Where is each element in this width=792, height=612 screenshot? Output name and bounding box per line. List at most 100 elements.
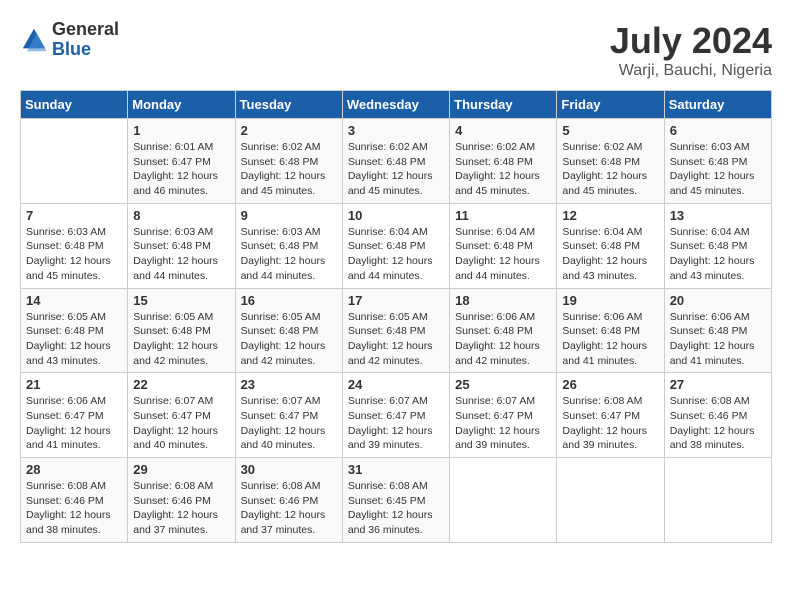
cell-info: Sunrise: 6:02 AM Sunset: 6:48 PM Dayligh… <box>241 140 337 199</box>
cell-info: Sunrise: 6:02 AM Sunset: 6:48 PM Dayligh… <box>562 140 658 199</box>
weekday-header-friday: Friday <box>557 91 664 119</box>
calendar-cell: 18Sunrise: 6:06 AM Sunset: 6:48 PM Dayli… <box>450 288 557 373</box>
calendar-cell: 28 Sunrise: 6:08 AM Sunset: 6:46 PM Dayli… <box>21 458 128 543</box>
cell-info: Sunrise: 6:03 AM Sunset: 6:48 PM Dayligh… <box>133 225 229 284</box>
day-number: 23 <box>241 377 337 392</box>
calendar-cell <box>450 458 557 543</box>
logo-blue: Blue <box>52 40 119 60</box>
cell-info: Sunrise: 6:08 AM Sunset: 6:45 PM Dayligh… <box>348 479 444 538</box>
calendar-cell: 16 Sunrise: 6:05 AM Sunset: 6:48 PM Dayli… <box>235 288 342 373</box>
calendar-cell: 3 Sunrise: 6:02 AM Sunset: 6:48 PM Daylig… <box>342 119 449 204</box>
logo-icon <box>20 26 48 54</box>
day-number: 8 <box>133 208 229 223</box>
calendar-header: SundayMondayTuesdayWednesdayThursdayFrid… <box>21 91 772 119</box>
calendar-week-1: 1 Sunrise: 6:01 AM Sunset: 6:47 PM Daylig… <box>21 119 772 204</box>
cell-info: Sunrise: 6:04 AM Sunset: 6:48 PM Dayligh… <box>348 225 444 284</box>
calendar-cell: 30Sunrise: 6:08 AM Sunset: 6:46 PM Dayli… <box>235 458 342 543</box>
day-number: 15 <box>133 293 229 308</box>
day-number: 29 <box>133 462 229 477</box>
calendar-cell: 14Sunrise: 6:05 AM Sunset: 6:48 PM Dayli… <box>21 288 128 373</box>
page-header: General Blue July 2024 Warji, Bauchi, Ni… <box>20 20 772 80</box>
calendar-cell <box>664 458 771 543</box>
calendar-cell: 19Sunrise: 6:06 AM Sunset: 6:48 PM Dayli… <box>557 288 664 373</box>
weekday-header-monday: Monday <box>128 91 235 119</box>
weekday-row: SundayMondayTuesdayWednesdayThursdayFrid… <box>21 91 772 119</box>
cell-info: Sunrise: 6:08 AM Sunset: 6:46 PM Dayligh… <box>26 479 122 538</box>
calendar-cell: 29 Sunrise: 6:08 AM Sunset: 6:46 PM Dayli… <box>128 458 235 543</box>
calendar-cell: 25 Sunrise: 6:07 AM Sunset: 6:47 PM Dayli… <box>450 373 557 458</box>
calendar-week-4: 21Sunrise: 6:06 AM Sunset: 6:47 PM Dayli… <box>21 373 772 458</box>
cell-info: Sunrise: 6:01 AM Sunset: 6:47 PM Dayligh… <box>133 140 229 199</box>
cell-info: Sunrise: 6:05 AM Sunset: 6:48 PM Dayligh… <box>241 310 337 369</box>
cell-info: Sunrise: 6:02 AM Sunset: 6:48 PM Dayligh… <box>348 140 444 199</box>
day-number: 24 <box>348 377 444 392</box>
cell-info: Sunrise: 6:04 AM Sunset: 6:48 PM Dayligh… <box>455 225 551 284</box>
day-number: 25 <box>455 377 551 392</box>
day-number: 30 <box>241 462 337 477</box>
weekday-header-sunday: Sunday <box>21 91 128 119</box>
day-number: 19 <box>562 293 658 308</box>
day-number: 20 <box>670 293 766 308</box>
calendar-cell: 5Sunrise: 6:02 AM Sunset: 6:48 PM Daylig… <box>557 119 664 204</box>
cell-info: Sunrise: 6:07 AM Sunset: 6:47 PM Dayligh… <box>348 394 444 453</box>
cell-info: Sunrise: 6:02 AM Sunset: 6:48 PM Dayligh… <box>455 140 551 199</box>
calendar-cell: 1 Sunrise: 6:01 AM Sunset: 6:47 PM Daylig… <box>128 119 235 204</box>
calendar-cell: 9 Sunrise: 6:03 AM Sunset: 6:48 PM Daylig… <box>235 203 342 288</box>
calendar-cell: 17 Sunrise: 6:05 AM Sunset: 6:48 PM Dayli… <box>342 288 449 373</box>
cell-info: Sunrise: 6:08 AM Sunset: 6:47 PM Dayligh… <box>562 394 658 453</box>
day-number: 9 <box>241 208 337 223</box>
calendar-cell: 23 Sunrise: 6:07 AM Sunset: 6:47 PM Dayli… <box>235 373 342 458</box>
day-number: 28 <box>26 462 122 477</box>
cell-info: Sunrise: 6:07 AM Sunset: 6:47 PM Dayligh… <box>455 394 551 453</box>
logo: General Blue <box>20 20 119 60</box>
day-number: 7 <box>26 208 122 223</box>
day-number: 31 <box>348 462 444 477</box>
calendar-cell: 13Sunrise: 6:04 AM Sunset: 6:48 PM Dayli… <box>664 203 771 288</box>
weekday-header-wednesday: Wednesday <box>342 91 449 119</box>
logo-text: General Blue <box>52 20 119 60</box>
day-number: 10 <box>348 208 444 223</box>
day-number: 26 <box>562 377 658 392</box>
day-number: 1 <box>133 123 229 138</box>
calendar-table: SundayMondayTuesdayWednesdayThursdayFrid… <box>20 90 772 543</box>
weekday-header-thursday: Thursday <box>450 91 557 119</box>
calendar-cell: 26 Sunrise: 6:08 AM Sunset: 6:47 PM Dayli… <box>557 373 664 458</box>
calendar-cell <box>21 119 128 204</box>
calendar-cell: 10 Sunrise: 6:04 AM Sunset: 6:48 PM Dayli… <box>342 203 449 288</box>
day-number: 2 <box>241 123 337 138</box>
cell-info: Sunrise: 6:05 AM Sunset: 6:48 PM Dayligh… <box>133 310 229 369</box>
cell-info: Sunrise: 6:05 AM Sunset: 6:48 PM Dayligh… <box>348 310 444 369</box>
calendar-cell: 15 Sunrise: 6:05 AM Sunset: 6:48 PM Dayli… <box>128 288 235 373</box>
calendar-cell <box>557 458 664 543</box>
day-number: 12 <box>562 208 658 223</box>
cell-info: Sunrise: 6:08 AM Sunset: 6:46 PM Dayligh… <box>133 479 229 538</box>
cell-info: Sunrise: 6:07 AM Sunset: 6:47 PM Dayligh… <box>241 394 337 453</box>
calendar-body: 1 Sunrise: 6:01 AM Sunset: 6:47 PM Daylig… <box>21 119 772 543</box>
calendar-cell: 31 Sunrise: 6:08 AM Sunset: 6:45 PM Dayli… <box>342 458 449 543</box>
calendar-cell: 20 Sunrise: 6:06 AM Sunset: 6:48 PM Dayli… <box>664 288 771 373</box>
cell-info: Sunrise: 6:03 AM Sunset: 6:48 PM Dayligh… <box>241 225 337 284</box>
cell-info: Sunrise: 6:04 AM Sunset: 6:48 PM Dayligh… <box>562 225 658 284</box>
calendar-week-2: 7 Sunrise: 6:03 AM Sunset: 6:48 PM Daylig… <box>21 203 772 288</box>
cell-info: Sunrise: 6:04 AM Sunset: 6:48 PM Dayligh… <box>670 225 766 284</box>
calendar-cell: 27 Sunrise: 6:08 AM Sunset: 6:46 PM Dayli… <box>664 373 771 458</box>
day-number: 21 <box>26 377 122 392</box>
day-number: 17 <box>348 293 444 308</box>
cell-info: Sunrise: 6:03 AM Sunset: 6:48 PM Dayligh… <box>26 225 122 284</box>
day-number: 27 <box>670 377 766 392</box>
calendar-cell: 21Sunrise: 6:06 AM Sunset: 6:47 PM Dayli… <box>21 373 128 458</box>
calendar-cell: 7 Sunrise: 6:03 AM Sunset: 6:48 PM Daylig… <box>21 203 128 288</box>
calendar-cell: 24 Sunrise: 6:07 AM Sunset: 6:47 PM Dayli… <box>342 373 449 458</box>
cell-info: Sunrise: 6:06 AM Sunset: 6:48 PM Dayligh… <box>670 310 766 369</box>
calendar-cell: 4 Sunrise: 6:02 AM Sunset: 6:48 PM Daylig… <box>450 119 557 204</box>
cell-info: Sunrise: 6:08 AM Sunset: 6:46 PM Dayligh… <box>670 394 766 453</box>
day-number: 3 <box>348 123 444 138</box>
location-title: Warji, Bauchi, Nigeria <box>610 62 772 80</box>
day-number: 18 <box>455 293 551 308</box>
weekday-header-saturday: Saturday <box>664 91 771 119</box>
logo-general: General <box>52 20 119 40</box>
calendar-cell: 11Sunrise: 6:04 AM Sunset: 6:48 PM Dayli… <box>450 203 557 288</box>
calendar-cell: 8 Sunrise: 6:03 AM Sunset: 6:48 PM Daylig… <box>128 203 235 288</box>
day-number: 4 <box>455 123 551 138</box>
day-number: 16 <box>241 293 337 308</box>
